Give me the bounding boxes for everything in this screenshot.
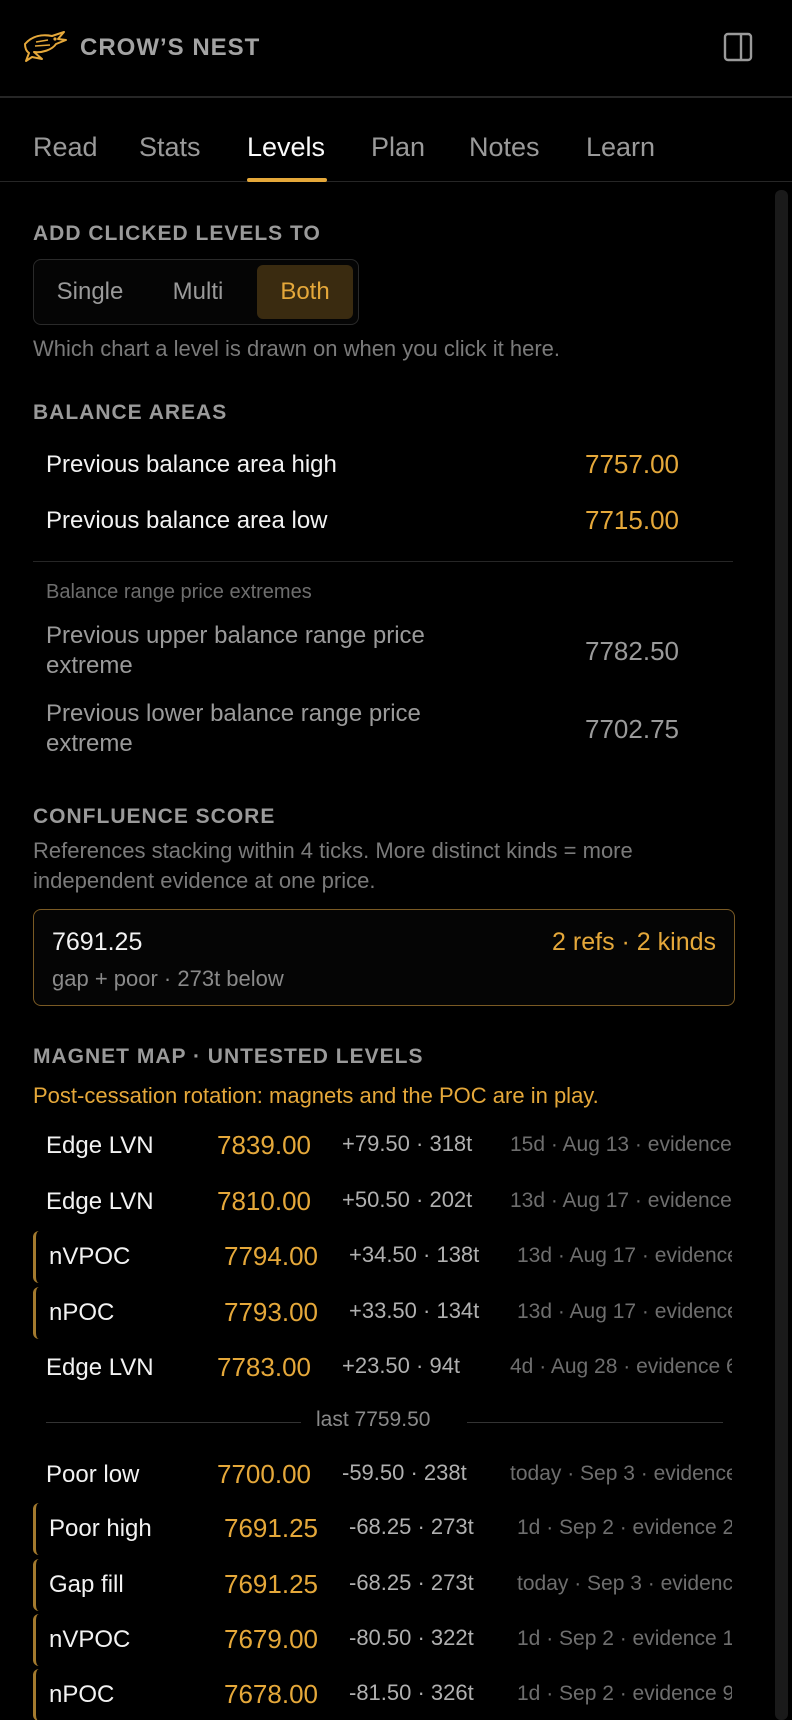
level-price: 7679.00 <box>224 1624 318 1654</box>
level-kind: Poor high <box>49 1515 152 1542</box>
level-distance: -59.50 · 238t <box>342 1460 467 1485</box>
level-kind: Edge LVN <box>46 1188 154 1215</box>
level-price: 7783.00 <box>217 1352 311 1382</box>
level-distance: +79.50 · 318t <box>342 1131 473 1156</box>
scrollbar[interactable] <box>775 190 788 1720</box>
level-kind: Poor low <box>46 1461 140 1488</box>
magnet-level-row[interactable]: nPOC 7793.00 +33.50 · 134t 13d · Aug 17 · e… <box>33 1287 732 1339</box>
level-meta: 13d · Aug 17 · evidence 7 <box>510 1189 732 1212</box>
level-meta: 4d · Aug 28 · evidence 6 <box>510 1355 732 1378</box>
magnet-level-row[interactable]: Edge LVN 7839.00 +79.50 · 318t 15d · Aug 13… <box>33 1120 732 1172</box>
level-price: 7793.00 <box>224 1297 318 1327</box>
level-meta: 1d · Sep 2 · evidence 21 <box>517 1516 732 1539</box>
level-meta: today · Sep 3 · evidence <box>517 1572 732 1595</box>
magnet-level-row[interactable]: nVPOC 7679.00 -80.50 · 322t 1d · Sep 2 · ev… <box>33 1614 732 1666</box>
level-distance: +23.50 · 94t <box>342 1353 461 1378</box>
level-kind: Edge LVN <box>46 1354 154 1381</box>
level-price: 7678.00 <box>224 1679 318 1709</box>
level-meta: today · Sep 3 · evidence 1 <box>510 1462 732 1485</box>
last-price-line-right <box>467 1422 723 1423</box>
level-price: 7700.00 <box>217 1459 311 1489</box>
magnet-level-row[interactable]: Poor high 7691.25 -68.25 · 273t 1d · Sep 2 … <box>33 1503 732 1555</box>
level-meta: 15d · Aug 13 · evidence 1 <box>510 1133 732 1156</box>
level-price: 7691.25 <box>224 1569 318 1599</box>
level-distance: -68.25 · 273t <box>349 1514 474 1539</box>
level-meta: 1d · Sep 2 · evidence 9 <box>517 1682 732 1705</box>
level-distance: -68.25 · 273t <box>349 1570 474 1595</box>
magnet-level-row[interactable]: Edge LVN 7810.00 +50.50 · 202t 13d · Aug 17… <box>33 1176 732 1228</box>
level-distance: +50.50 · 202t <box>342 1187 473 1212</box>
level-distance: +34.50 · 138t <box>349 1242 480 1267</box>
level-price: 7839.00 <box>217 1130 311 1160</box>
level-kind: Gap fill <box>49 1571 124 1598</box>
level-kind: Edge LVN <box>46 1132 154 1159</box>
level-price: 7691.25 <box>224 1513 318 1543</box>
level-meta: 13d · Aug 17 · evidence 3 <box>517 1244 732 1267</box>
level-kind: nPOC <box>49 1681 115 1708</box>
level-meta: 13d · Aug 17 · evidence 4 <box>517 1300 732 1323</box>
magnet-level-row[interactable]: Edge LVN 7783.00 +23.50 · 94t 4d · Aug 28 ·… <box>33 1342 732 1394</box>
level-price: 7810.00 <box>217 1186 311 1216</box>
last-price-line-left <box>46 1422 301 1423</box>
last-price-label: last 7759.50 <box>316 1408 431 1431</box>
level-distance: -81.50 · 326t <box>349 1680 474 1705</box>
level-distance: -80.50 · 322t <box>349 1625 474 1650</box>
magnet-level-row[interactable]: Poor low 7700.00 -59.50 · 238t today · Sep … <box>33 1449 732 1501</box>
magnet-list: Edge LVN 7839.00 +79.50 · 318t 15d · Aug 13… <box>0 0 732 1720</box>
level-kind: nVPOC <box>49 1626 131 1653</box>
level-distance: +33.50 · 134t <box>349 1298 480 1323</box>
level-kind: nVPOC <box>49 1243 131 1270</box>
level-kind: nPOC <box>49 1299 115 1326</box>
magnet-level-row[interactable]: nVPOC 7794.00 +34.50 · 138t 13d · Aug 17 · … <box>33 1231 732 1283</box>
magnet-level-row[interactable]: nPOC 7678.00 -81.50 · 326t 1d · Sep 2 · evi… <box>33 1669 732 1720</box>
magnet-level-row[interactable]: Gap fill 7691.25 -68.25 · 273t today · Sep … <box>33 1559 732 1611</box>
level-meta: 1d · Sep 2 · evidence 13 <box>517 1627 732 1650</box>
level-price: 7794.00 <box>224 1241 318 1271</box>
